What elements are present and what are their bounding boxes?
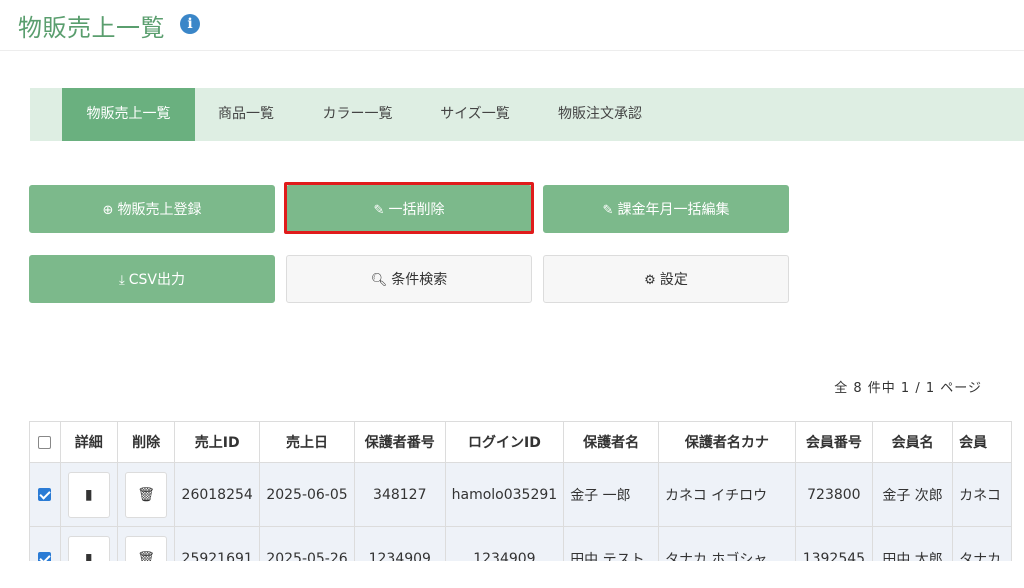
guardian-name: 田中 テスト — [563, 526, 659, 561]
select-all-checkbox[interactable] — [38, 435, 52, 449]
bulk-delete-label: 一括削除 — [388, 202, 445, 218]
guardian-number: 1234909 — [353, 526, 446, 561]
column-header[interactable]: ログインID — [444, 421, 565, 463]
page-title: 物販売上一覧 — [18, 14, 165, 42]
column-header[interactable]: 会員名 — [872, 421, 954, 463]
sale-id: 26018254 — [174, 462, 261, 527]
tab-sales-list[interactable]: 物販売上一覧 — [62, 88, 195, 141]
column-header[interactable]: 会員 — [952, 421, 1012, 463]
csv-label: CSV出力 — [128, 272, 185, 288]
column-header[interactable]: 売上ID — [174, 421, 261, 463]
sales-table-container: 詳細 削除 売上ID 売上日 保護者番号 ログインID 保護者名 保護者名カナ … — [29, 421, 1012, 561]
tab-products[interactable]: 商品一覧 — [202, 88, 290, 141]
bulk-edit-label: 課金年月一括編集 — [617, 202, 730, 218]
condition-search-button[interactable]: 🔍︎ 条件検索 — [286, 255, 532, 303]
column-header[interactable]: 会員番号 — [794, 421, 874, 463]
table-header-row: 詳細 削除 売上ID 売上日 保護者番号 ログインID 保護者名 保護者名カナ … — [29, 421, 1012, 463]
detail-document-icon[interactable]: ▮ — [67, 535, 110, 561]
guardian-kana: タナカ ホゴシャ — [657, 526, 796, 561]
sale-id: 25921691 — [174, 526, 261, 561]
sales-table: 詳細 削除 売上ID 売上日 保護者番号 ログインID 保護者名 保護者名カナ … — [29, 421, 1012, 561]
register-sale-button[interactable]: ⊕ 物販売上登録 — [29, 185, 275, 233]
tab-sizes[interactable]: サイズ一覧 — [425, 88, 525, 141]
column-header[interactable]: 売上日 — [259, 421, 355, 463]
login-id: hamolo035291 — [444, 462, 565, 527]
info-icon[interactable]: i — [180, 14, 200, 34]
pencil-icon: ✎ — [373, 203, 385, 218]
delete-trash-icon[interactable]: 🗑︎ — [125, 535, 168, 561]
sale-date: 2025-05-26 — [259, 526, 355, 561]
row-checkbox[interactable] — [38, 552, 52, 561]
settings-label: 設定 — [659, 272, 688, 288]
select-all-cell — [29, 421, 61, 463]
row-checkbox[interactable] — [38, 488, 52, 501]
table-row: ▮ 🗑︎ 26018254 2025-06-05 348127 hamolo03… — [29, 462, 1012, 527]
member-name: 田中 太郎 — [872, 526, 954, 561]
guardian-name: 金子 一郎 — [563, 462, 659, 527]
tab-order-approval[interactable]: 物販注文承認 — [540, 88, 660, 141]
register-label: 物販売上登録 — [117, 202, 202, 218]
guardian-kana: カネコ イチロウ — [657, 462, 796, 527]
pencil-icon: ✎ — [602, 203, 614, 218]
column-header: 削除 — [116, 421, 176, 463]
member-name: 金子 次郎 — [872, 462, 954, 527]
search-label: 条件検索 — [391, 272, 448, 288]
member-number: 1392545 — [794, 526, 874, 561]
tab-colors[interactable]: カラー一覧 — [305, 88, 410, 141]
column-header[interactable]: 保護者名 — [563, 421, 659, 463]
bulk-edit-billing-button[interactable]: ✎ 課金年月一括編集 — [543, 185, 789, 233]
guardian-number: 348127 — [353, 462, 446, 527]
sale-date: 2025-06-05 — [259, 462, 355, 527]
download-icon: ⤓ — [119, 273, 125, 288]
bulk-delete-button[interactable]: ✎ 一括削除 — [286, 185, 532, 233]
delete-trash-icon[interactable]: 🗑︎ — [125, 471, 168, 518]
table-row: ▮ 🗑︎ 25921691 2025-05-26 1234909 1234909… — [29, 526, 1012, 561]
column-header[interactable]: 保護者番号 — [353, 421, 446, 463]
search-icon: 🔍︎ — [370, 273, 388, 288]
column-header[interactable]: 保護者名カナ — [657, 421, 796, 463]
member-extra: タナカ — [952, 526, 1012, 561]
tab-bar: 物販売上一覧 商品一覧 カラー一覧 サイズ一覧 物販注文承認 — [30, 88, 1024, 141]
gear-icon: ⚙ — [644, 273, 656, 288]
detail-document-icon[interactable]: ▮ — [67, 471, 110, 518]
csv-export-button[interactable]: ⤓ CSV出力 — [29, 255, 275, 303]
settings-button[interactable]: ⚙ 設定 — [543, 255, 789, 303]
column-header: 詳細 — [59, 421, 118, 463]
page-header: 物販売上一覧 i — [0, 0, 1024, 51]
member-extra: カネコ — [952, 462, 1012, 527]
plus-circle-icon: ⊕ — [102, 203, 114, 218]
pagination-summary: 全 8 件中 1 / 1 ページ — [834, 381, 982, 396]
login-id: 1234909 — [444, 526, 565, 561]
member-number: 723800 — [794, 462, 874, 527]
